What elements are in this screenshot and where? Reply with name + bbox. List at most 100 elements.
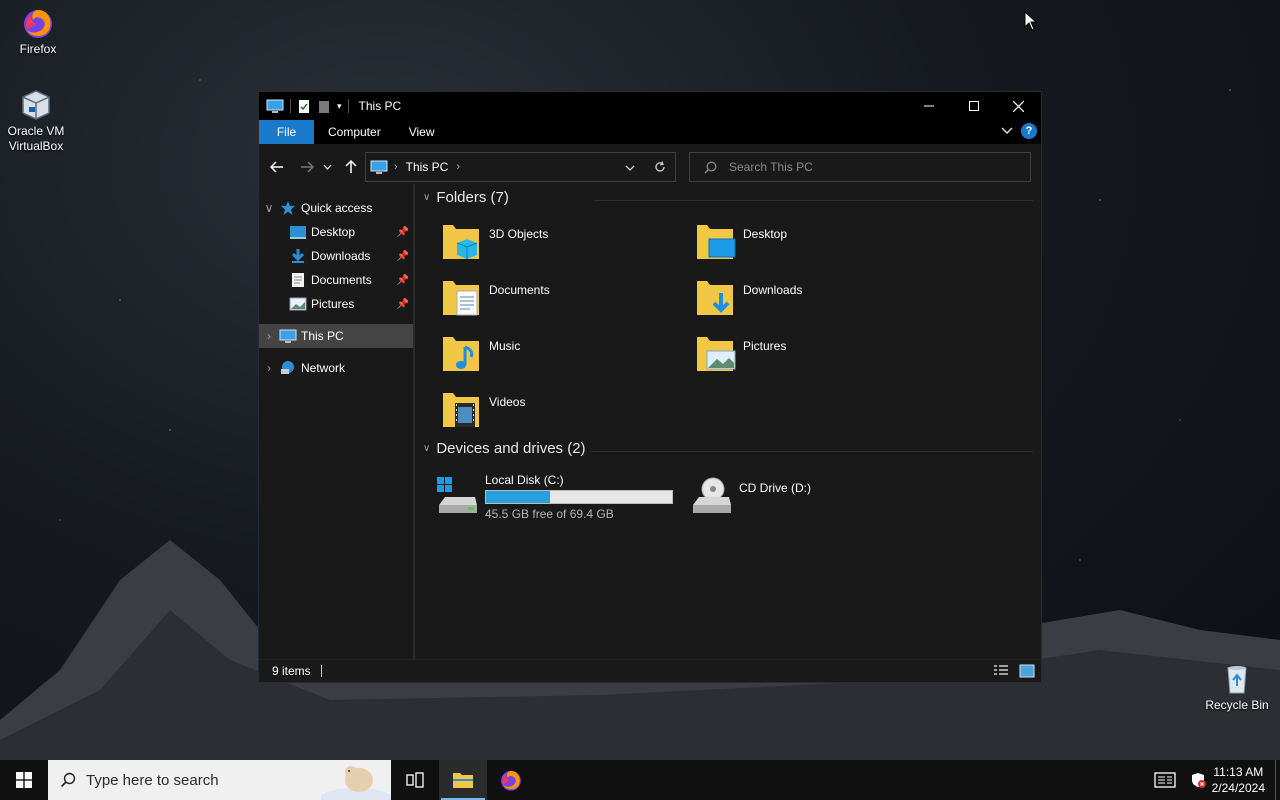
properties-icon[interactable] bbox=[297, 99, 311, 114]
forward-button[interactable] bbox=[295, 155, 319, 179]
taskbar-search-box[interactable]: Type here to search bbox=[48, 760, 391, 800]
folder-videos[interactable]: Videos bbox=[439, 387, 525, 431]
windows-logo-icon bbox=[16, 772, 32, 788]
address-bar[interactable]: › This PC › bbox=[365, 152, 676, 182]
security-shield-icon[interactable] bbox=[1190, 772, 1206, 788]
collapse-chevron-icon[interactable]: ∨ bbox=[423, 192, 430, 203]
search-icon bbox=[60, 772, 76, 788]
recent-locations-button[interactable] bbox=[319, 155, 335, 179]
expand-chevron-icon[interactable]: › bbox=[259, 329, 279, 343]
folder-music[interactable]: Music bbox=[439, 331, 520, 375]
videos-folder-icon bbox=[443, 393, 479, 427]
document-icon bbox=[292, 273, 304, 287]
taskbar-search-input[interactable]: Type here to search bbox=[86, 772, 219, 789]
drive-local-disk-c[interactable]: Local Disk (C:) 45.5 GB free of 69.4 GB bbox=[435, 473, 673, 521]
clock[interactable]: 11:13 AM 2/24/2024 bbox=[1212, 764, 1265, 796]
back-button[interactable] bbox=[265, 155, 289, 179]
drive-usage-fill bbox=[486, 491, 550, 503]
expand-ribbon-chevron-icon[interactable] bbox=[1001, 127, 1013, 135]
search-input[interactable]: Search This PC bbox=[729, 160, 813, 174]
minimize-icon bbox=[923, 105, 934, 107]
news-interests-icon[interactable] bbox=[1153, 772, 1176, 788]
breadcrumb-separator-icon[interactable]: › bbox=[456, 161, 460, 173]
taskbar: Type here to search 11:13 AM 2/24/2024 bbox=[0, 760, 1280, 800]
minimize-button[interactable] bbox=[906, 92, 951, 120]
desktop-icon-firefox[interactable]: Firefox bbox=[0, 6, 76, 57]
taskbar-firefox[interactable] bbox=[487, 760, 535, 800]
maximize-button[interactable] bbox=[951, 92, 996, 120]
drive-cd-d[interactable]: CD Drive (D:) bbox=[689, 473, 811, 519]
arrow-up-icon bbox=[345, 160, 357, 173]
this-pc-icon bbox=[279, 329, 297, 343]
details-view-icon[interactable] bbox=[993, 664, 1009, 678]
nav-item-desktop[interactable]: Desktop 📌 bbox=[259, 220, 413, 244]
picture-icon bbox=[289, 297, 307, 311]
folder-documents[interactable]: Documents bbox=[439, 275, 550, 319]
drives-group-header[interactable]: ∨ Devices and drives (2) bbox=[423, 440, 586, 457]
nav-quick-access[interactable]: ∨ Quick access bbox=[259, 196, 413, 220]
tab-computer[interactable]: Computer bbox=[314, 120, 395, 144]
task-view-icon bbox=[406, 772, 424, 788]
arrow-right-icon bbox=[301, 161, 314, 173]
nav-item-downloads[interactable]: Downloads 📌 bbox=[259, 244, 413, 268]
taskbar-file-explorer[interactable] bbox=[439, 760, 487, 800]
3d-objects-folder-icon bbox=[443, 225, 479, 259]
pin-icon: 📌 bbox=[396, 226, 409, 238]
search-box[interactable]: Search This PC bbox=[689, 152, 1031, 182]
refresh-icon[interactable] bbox=[654, 161, 666, 173]
download-arrow-icon bbox=[291, 249, 305, 263]
file-explorer-window: ▾ This PC File Computer View ? › This PC… bbox=[258, 91, 1042, 683]
navigation-bar: › This PC › Search This PC bbox=[259, 144, 1041, 184]
folder-desktop[interactable]: Desktop bbox=[693, 219, 787, 263]
help-button[interactable]: ? bbox=[1021, 123, 1037, 139]
breadcrumb-separator-icon[interactable]: › bbox=[394, 161, 398, 173]
close-button[interactable] bbox=[996, 92, 1041, 120]
desktop-icon-recycle-bin[interactable]: Recycle Bin bbox=[1199, 662, 1275, 713]
title-bar[interactable]: ▾ This PC bbox=[259, 92, 1041, 120]
breadcrumb-this-pc[interactable]: This PC bbox=[406, 160, 449, 174]
window-title: This PC bbox=[358, 99, 402, 113]
system-tray: 11:13 AM 2/24/2024 bbox=[1153, 760, 1280, 800]
folder-pictures[interactable]: Pictures bbox=[693, 331, 786, 375]
maximize-icon bbox=[968, 101, 979, 111]
navigation-pane: ∨ Quick access Desktop 📌 Downloads 📌 Doc… bbox=[259, 184, 415, 659]
virtualbox-icon bbox=[22, 90, 50, 120]
star-icon bbox=[281, 201, 295, 215]
downloads-folder-icon bbox=[697, 281, 733, 315]
expand-chevron-icon[interactable]: ∨ bbox=[259, 201, 279, 215]
start-button[interactable] bbox=[0, 760, 48, 800]
pin-icon: 📌 bbox=[396, 298, 409, 310]
up-button[interactable] bbox=[339, 155, 363, 179]
desktop-icon-virtualbox[interactable]: Oracle VM VirtualBox bbox=[0, 88, 74, 154]
this-pc-icon bbox=[266, 99, 284, 113]
collapse-chevron-icon[interactable]: ∨ bbox=[423, 443, 430, 454]
address-history-chevron-icon[interactable] bbox=[625, 165, 635, 171]
large-icons-view-icon[interactable] bbox=[1019, 664, 1035, 678]
folder-downloads[interactable]: Downloads bbox=[693, 275, 802, 319]
nav-this-pc[interactable]: › This PC bbox=[259, 324, 413, 348]
tab-file[interactable]: File bbox=[259, 120, 314, 144]
arrow-left-icon bbox=[270, 161, 283, 173]
search-icon bbox=[704, 161, 717, 174]
show-desktop-button[interactable] bbox=[1275, 760, 1280, 800]
nav-item-pictures[interactable]: Pictures 📌 bbox=[259, 292, 413, 316]
cd-drive-icon bbox=[693, 477, 731, 513]
status-bar: 9 items bbox=[259, 659, 1041, 682]
folders-group-header[interactable]: ∨ Folders (7) bbox=[423, 189, 509, 206]
file-explorer-icon bbox=[453, 773, 473, 788]
firefox-icon bbox=[24, 10, 52, 38]
nav-item-documents[interactable]: Documents 📌 bbox=[259, 268, 413, 292]
expand-chevron-icon[interactable]: › bbox=[259, 361, 279, 375]
windows-drive-icon bbox=[437, 477, 477, 513]
recycle-bin-icon bbox=[1227, 666, 1247, 694]
tab-view[interactable]: View bbox=[395, 120, 449, 144]
folder-3d-objects[interactable]: 3D Objects bbox=[439, 219, 548, 263]
music-folder-icon bbox=[443, 337, 479, 371]
search-highlight-illustration-icon bbox=[321, 766, 391, 800]
drive-usage-bar bbox=[485, 490, 673, 504]
new-folder-icon[interactable] bbox=[317, 99, 331, 114]
customize-toolbar-chevron-icon[interactable]: ▾ bbox=[337, 101, 342, 112]
nav-network[interactable]: › Network bbox=[259, 356, 413, 380]
task-view-button[interactable] bbox=[391, 760, 439, 800]
clock-time: 11:13 AM bbox=[1213, 765, 1264, 779]
